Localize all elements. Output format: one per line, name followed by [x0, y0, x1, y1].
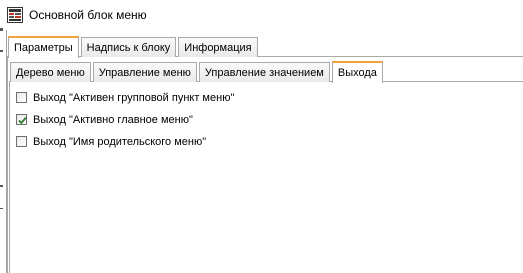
option-parent-menu-name[interactable]: Выход "Имя родительского меню"	[16, 135, 234, 148]
window-title: Основной блок меню	[29, 8, 147, 22]
outputs-options-list: Выход "Активен групповой пункт меню" Вых…	[16, 91, 234, 157]
tab-label: Дерево меню	[16, 66, 85, 79]
tab-label: Информация	[184, 41, 252, 54]
tab-label: Управление меню	[98, 66, 191, 79]
tab-value-control[interactable]: Управление значением	[198, 62, 330, 82]
tab-label: Управление значением	[204, 66, 324, 79]
option-checkbox[interactable]	[16, 92, 27, 103]
option-label: Выход "Имя родительского меню"	[33, 135, 207, 148]
tab-label: Надпись к блоку	[86, 41, 171, 54]
menu-block-app-icon	[7, 7, 23, 23]
main-tab-bar: Параметры Надпись к блоку Информация	[8, 35, 260, 58]
tab-parameters[interactable]: Параметры	[8, 36, 79, 58]
option-label: Выход "Активно главное меню"	[33, 113, 193, 126]
background-window-edge	[0, 0, 3, 273]
tab-label: Параметры	[14, 42, 73, 54]
option-checkbox[interactable]	[16, 114, 27, 125]
tab-outputs[interactable]: Выхода	[331, 61, 383, 83]
option-label: Выход "Активен групповой пункт меню"	[33, 91, 235, 104]
option-checkbox[interactable]	[16, 136, 27, 147]
main-block-menu-window: Основной блок меню Параметры Надпись к б…	[0, 0, 523, 273]
title-bar: Основной блок меню	[7, 4, 523, 26]
option-group-item-active[interactable]: Выход "Активен групповой пункт меню"	[16, 91, 234, 104]
tab-menu-control[interactable]: Управление меню	[92, 62, 197, 82]
tab-menu-tree[interactable]: Дерево меню	[10, 62, 91, 82]
tab-label: Выхода	[337, 67, 377, 79]
checkmark-icon	[18, 116, 27, 125]
tab-block-caption[interactable]: Надпись к блоку	[80, 37, 177, 57]
option-main-menu-active[interactable]: Выход "Активно главное меню"	[16, 113, 234, 126]
sub-tab-bar: Дерево меню Управление меню Управление з…	[10, 60, 385, 83]
tab-information[interactable]: Информация	[178, 37, 258, 57]
